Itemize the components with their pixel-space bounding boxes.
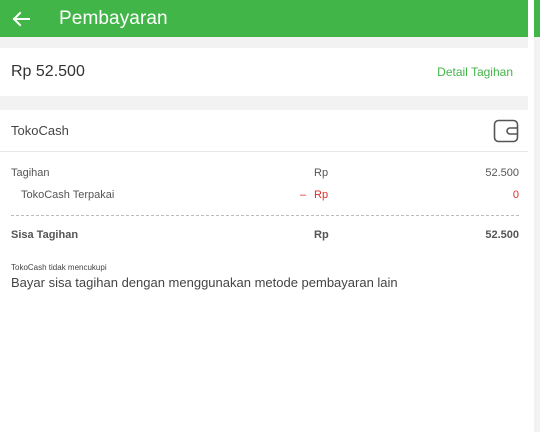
total-amount-card: Rp 52.500 Detail Tagihan — [0, 48, 534, 96]
tokocash-used-label: TokoCash Terpakai — [21, 189, 115, 201]
back-button[interactable] — [2, 4, 39, 34]
arrow-left-icon — [12, 11, 30, 26]
payment-method-row[interactable]: TokoCash — [0, 110, 534, 152]
wallet-icon — [493, 119, 519, 142]
top-app-bar: Pembayaran — [0, 0, 540, 37]
remaining-currency: Rp — [314, 229, 329, 241]
remaining-value: 52.500 — [485, 229, 519, 241]
tokocash-used-value: 0 — [512, 189, 519, 201]
detail-tagihan-link[interactable]: Detail Tagihan — [437, 65, 513, 79]
insufficient-notice-title: TokoCash tidak mencukupi — [11, 263, 107, 272]
app-screen: Pembayaran Rp 52.500 Detail Tagihan Toko… — [0, 0, 540, 432]
insufficient-notice-text: Bayar sisa tagihan dengan menggunakan me… — [11, 275, 398, 290]
right-edge — [528, 0, 534, 432]
tagihan-value: 52.500 — [485, 167, 519, 179]
tagihan-label: Tagihan — [11, 167, 50, 179]
tokocash-used-currency: Rp — [314, 189, 329, 201]
remaining-row: Sisa Tagihan Rp 52.500 — [11, 224, 519, 246]
total-amount: Rp 52.500 — [11, 63, 85, 80]
tagihan-currency: Rp — [314, 167, 329, 179]
tokocash-used-sign: – — [300, 189, 307, 201]
payment-method-name: TokoCash — [11, 123, 69, 138]
tokocash-used-row: TokoCash Terpakai – Rp 0 — [11, 184, 519, 206]
dashed-divider — [11, 215, 519, 216]
remaining-label: Sisa Tagihan — [11, 229, 79, 241]
page-title: Pembayaran — [59, 7, 168, 29]
bill-breakdown: Tagihan Rp 52.500 TokoCash Terpakai – Rp… — [0, 162, 534, 246]
tagihan-row: Tagihan Rp 52.500 — [11, 162, 519, 184]
payment-method-card: TokoCash Tagihan Rp 52.500 TokoCash Terp… — [0, 110, 534, 432]
